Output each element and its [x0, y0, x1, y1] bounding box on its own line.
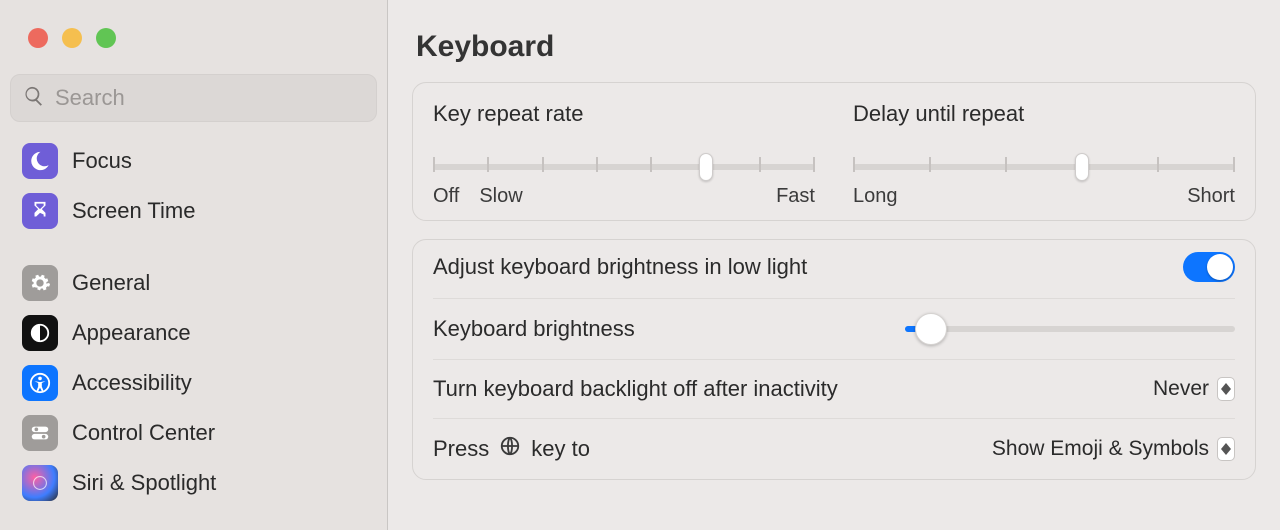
sidebar-item-siri-spotlight[interactable]: Siri & Spotlight	[0, 458, 387, 508]
moon-icon	[22, 143, 58, 179]
globe-key-value: Show Emoji & Symbols	[992, 437, 1209, 461]
hourglass-icon	[22, 193, 58, 229]
sidebar-item-appearance[interactable]: Appearance	[0, 308, 387, 358]
auto-brightness-toggle[interactable]	[1183, 252, 1235, 282]
sidebar-item-label: Focus	[72, 148, 132, 174]
brightness-slider[interactable]	[905, 315, 1235, 343]
minimize-window-button[interactable]	[62, 28, 82, 48]
delay-repeat-slider[interactable]	[853, 153, 1235, 181]
brightness-thumb[interactable]	[915, 313, 947, 345]
search-icon	[23, 85, 55, 112]
backlight-off-value: Never	[1153, 377, 1209, 401]
brightness-row: Keyboard brightness	[433, 298, 1235, 359]
stepper-icon	[1217, 377, 1235, 401]
toggles-icon	[22, 415, 58, 451]
globe-key-prefix: Press	[433, 436, 489, 462]
key-repeat-thumb[interactable]	[699, 153, 713, 181]
key-repeat-slider[interactable]	[433, 153, 815, 181]
sidebar-item-screen-time[interactable]: Screen Time	[0, 186, 387, 236]
delay-repeat-group: Delay until repeat Long Short	[853, 101, 1235, 208]
sidebar-item-label: Siri & Spotlight	[72, 470, 216, 496]
delay-repeat-thumb[interactable]	[1075, 153, 1089, 181]
backlight-off-row: Turn keyboard backlight off after inacti…	[433, 359, 1235, 418]
key-repeat-fast-label: Fast	[776, 185, 815, 208]
search-input[interactable]	[55, 85, 364, 111]
window-controls	[0, 28, 387, 74]
globe-key-row: Press key to Show Emoji & Symbols	[433, 418, 1235, 479]
stepper-icon	[1217, 437, 1235, 461]
key-repeat-group: Key repeat rate Off Slow Fast	[433, 101, 815, 208]
content-pane: Keyboard Key repeat rate Off Slow	[388, 0, 1280, 530]
globe-key-suffix: key to	[531, 436, 590, 462]
backlight-off-select[interactable]: Never	[1153, 377, 1235, 401]
sidebar-item-control-center[interactable]: Control Center	[0, 408, 387, 458]
auto-brightness-label: Adjust keyboard brightness in low light	[433, 254, 807, 280]
page-title: Keyboard	[416, 30, 1256, 64]
close-window-button[interactable]	[28, 28, 48, 48]
settings-window: Focus Screen Time General Appearance	[0, 0, 1280, 530]
sidebar-item-general[interactable]: General	[0, 258, 387, 308]
auto-brightness-row: Adjust keyboard brightness in low light	[433, 246, 1235, 298]
gear-icon	[22, 265, 58, 301]
zoom-window-button[interactable]	[96, 28, 116, 48]
search-field[interactable]	[10, 74, 377, 122]
delay-repeat-label: Delay until repeat	[853, 101, 1235, 127]
siri-icon	[22, 465, 58, 501]
delay-repeat-long-label: Long	[853, 185, 898, 208]
accessibility-icon	[22, 365, 58, 401]
keyboard-settings-card: Adjust keyboard brightness in low light …	[412, 239, 1256, 480]
sidebar: Focus Screen Time General Appearance	[0, 0, 388, 530]
sidebar-item-label: Screen Time	[72, 198, 196, 224]
brightness-label: Keyboard brightness	[433, 316, 635, 342]
key-repeat-off-label: Off	[433, 185, 459, 208]
repeat-sliders-card: Key repeat rate Off Slow Fast	[412, 82, 1256, 221]
globe-key-label: Press key to	[433, 435, 590, 463]
sidebar-item-label: Control Center	[72, 420, 215, 446]
sidebar-item-label: General	[72, 270, 150, 296]
sidebar-list: Focus Screen Time General Appearance	[0, 136, 387, 530]
sidebar-item-label: Accessibility	[72, 370, 192, 396]
sidebar-item-label: Appearance	[72, 320, 191, 346]
appearance-icon	[22, 315, 58, 351]
sidebar-item-accessibility[interactable]: Accessibility	[0, 358, 387, 408]
key-repeat-label: Key repeat rate	[433, 101, 815, 127]
globe-key-select[interactable]: Show Emoji & Symbols	[992, 437, 1235, 461]
delay-repeat-short-label: Short	[1187, 185, 1235, 208]
backlight-off-label: Turn keyboard backlight off after inacti…	[433, 376, 838, 402]
sidebar-item-focus[interactable]: Focus	[0, 136, 387, 186]
globe-icon	[499, 435, 521, 463]
key-repeat-slow-label: Slow	[479, 185, 522, 208]
